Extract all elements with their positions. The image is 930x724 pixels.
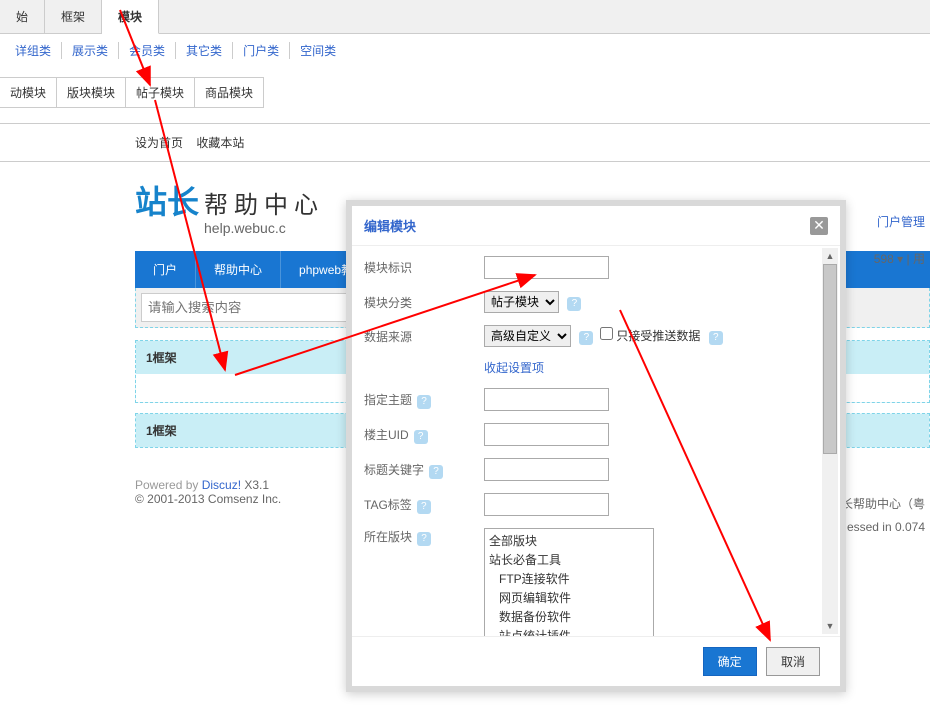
forum-listbox[interactable]: 全部版块 站长必备工具 FTP连接软件 网页编辑软件 数据备份软件 站点统计插件… (484, 528, 654, 636)
modtab-goods[interactable]: 商品模块 (194, 77, 264, 108)
label-uid: 楼主UID (364, 428, 409, 442)
label-push-only: 只接受推送数据 (616, 329, 700, 343)
nav-portal[interactable]: 门户 (135, 251, 196, 288)
help-icon[interactable]: ? (567, 297, 581, 311)
forum-opt[interactable]: FTP连接软件 (487, 569, 651, 588)
label-category: 模块分类 (364, 294, 484, 311)
label-source: 数据来源 (364, 328, 484, 345)
forum-opt[interactable]: 站长必备工具 (487, 550, 651, 569)
input-keyword[interactable] (484, 458, 609, 481)
forum-opt[interactable]: 全部版块 (487, 531, 651, 550)
input-tag[interactable] (484, 493, 609, 516)
tab-frame[interactable]: 框架 (45, 0, 102, 33)
help-icon[interactable]: ? (579, 331, 593, 345)
portal-manage-link[interactable]: 门户管理 (877, 215, 925, 229)
stats-count[interactable]: 598 ▾ (874, 252, 903, 266)
search-input[interactable] (141, 293, 351, 322)
subnav-member[interactable]: 会员类 (119, 42, 176, 59)
forum-opt[interactable]: 站点统计插件 (487, 626, 651, 636)
modtab-forum[interactable]: 版块模块 (56, 77, 126, 108)
logo-sub: 帮助中心 (204, 185, 324, 220)
select-category[interactable]: 帖子模块 (484, 291, 559, 313)
modtab-thread[interactable]: 帖子模块 (125, 77, 195, 108)
top-tabs: 始 框架 模块 (0, 0, 930, 34)
version: X3.1 (241, 478, 269, 492)
input-uid[interactable] (484, 423, 609, 446)
subnav-display[interactable]: 展示类 (62, 42, 119, 59)
tab-module[interactable]: 模块 (102, 0, 159, 34)
subnav-portal[interactable]: 门户类 (233, 42, 290, 59)
help-icon[interactable]: ? (429, 465, 443, 479)
cancel-button[interactable]: 取消 (766, 647, 820, 676)
collapse-settings[interactable]: 收起设置项 (484, 361, 544, 375)
select-source[interactable]: 高级自定义 (484, 325, 571, 347)
scroll-thumb[interactable] (823, 264, 837, 454)
dialog-title: 编辑模块 (364, 216, 416, 235)
sub-nav: 详组类 展示类 会员类 其它类 门户类 空间类 (0, 34, 930, 67)
help-icon[interactable]: ? (414, 430, 428, 444)
subnav-other[interactable]: 其它类 (176, 42, 233, 59)
help-icon[interactable]: ? (417, 500, 431, 514)
close-icon[interactable]: ✕ (810, 217, 828, 235)
label-forum: 所在版块 (364, 530, 412, 544)
dialog-scrollbar[interactable]: ▲ ▼ (822, 248, 838, 634)
use-link[interactable]: 用 (913, 252, 925, 266)
help-icon[interactable]: ? (417, 532, 431, 546)
right-footer: 长帮助中心（粤 essed in 0.074 (841, 495, 925, 534)
logo-url: help.webuc.c (204, 220, 324, 236)
rfoot2: essed in 0.074 (841, 520, 925, 534)
help-icon[interactable]: ? (709, 331, 723, 345)
ok-button[interactable]: 确定 (703, 647, 757, 676)
right-info: 门户管理 598 ▾ | 用 (874, 212, 925, 270)
page-toolbar: 设为首页 收藏本站 (0, 124, 930, 162)
add-favorite[interactable]: 收藏本站 (196, 136, 244, 150)
label-topic: 指定主题 (364, 393, 412, 407)
scroll-up-icon[interactable]: ▲ (822, 248, 838, 264)
module-tabs: 动模块 版块模块 帖子模块 商品模块 (0, 67, 930, 123)
subnav-group[interactable]: 详组类 (5, 42, 62, 59)
forum-opt[interactable]: 数据备份软件 (487, 607, 651, 626)
help-icon[interactable]: ? (417, 395, 431, 409)
rfoot1: 长帮助中心（粤 (841, 495, 925, 512)
nav-help[interactable]: 帮助中心 (196, 251, 281, 288)
set-homepage[interactable]: 设为首页 (135, 136, 183, 150)
powered-by: Powered by (135, 478, 202, 492)
subnav-space[interactable]: 空间类 (290, 42, 346, 59)
tab-start[interactable]: 始 (0, 0, 45, 33)
label-module-id: 模块标识 (364, 259, 484, 276)
scroll-down-icon[interactable]: ▼ (822, 618, 838, 634)
label-keyword: 标题关键字 (364, 463, 424, 477)
logo-main: 站长 (135, 177, 199, 223)
checkbox-push-only[interactable] (600, 327, 613, 340)
discuz-link[interactable]: Discuz! (202, 478, 241, 492)
modtab-activity[interactable]: 动模块 (0, 77, 57, 108)
forum-opt[interactable]: 网页编辑软件 (487, 588, 651, 607)
input-module-id[interactable] (484, 256, 609, 279)
label-tag: TAG标签 (364, 498, 412, 512)
input-topic[interactable] (484, 388, 609, 411)
edit-module-dialog: 编辑模块 ✕ ▲ ▼ 模块标识 模块分类 帖子模块 ? 数据来源 高级自定义 ? (346, 200, 846, 692)
